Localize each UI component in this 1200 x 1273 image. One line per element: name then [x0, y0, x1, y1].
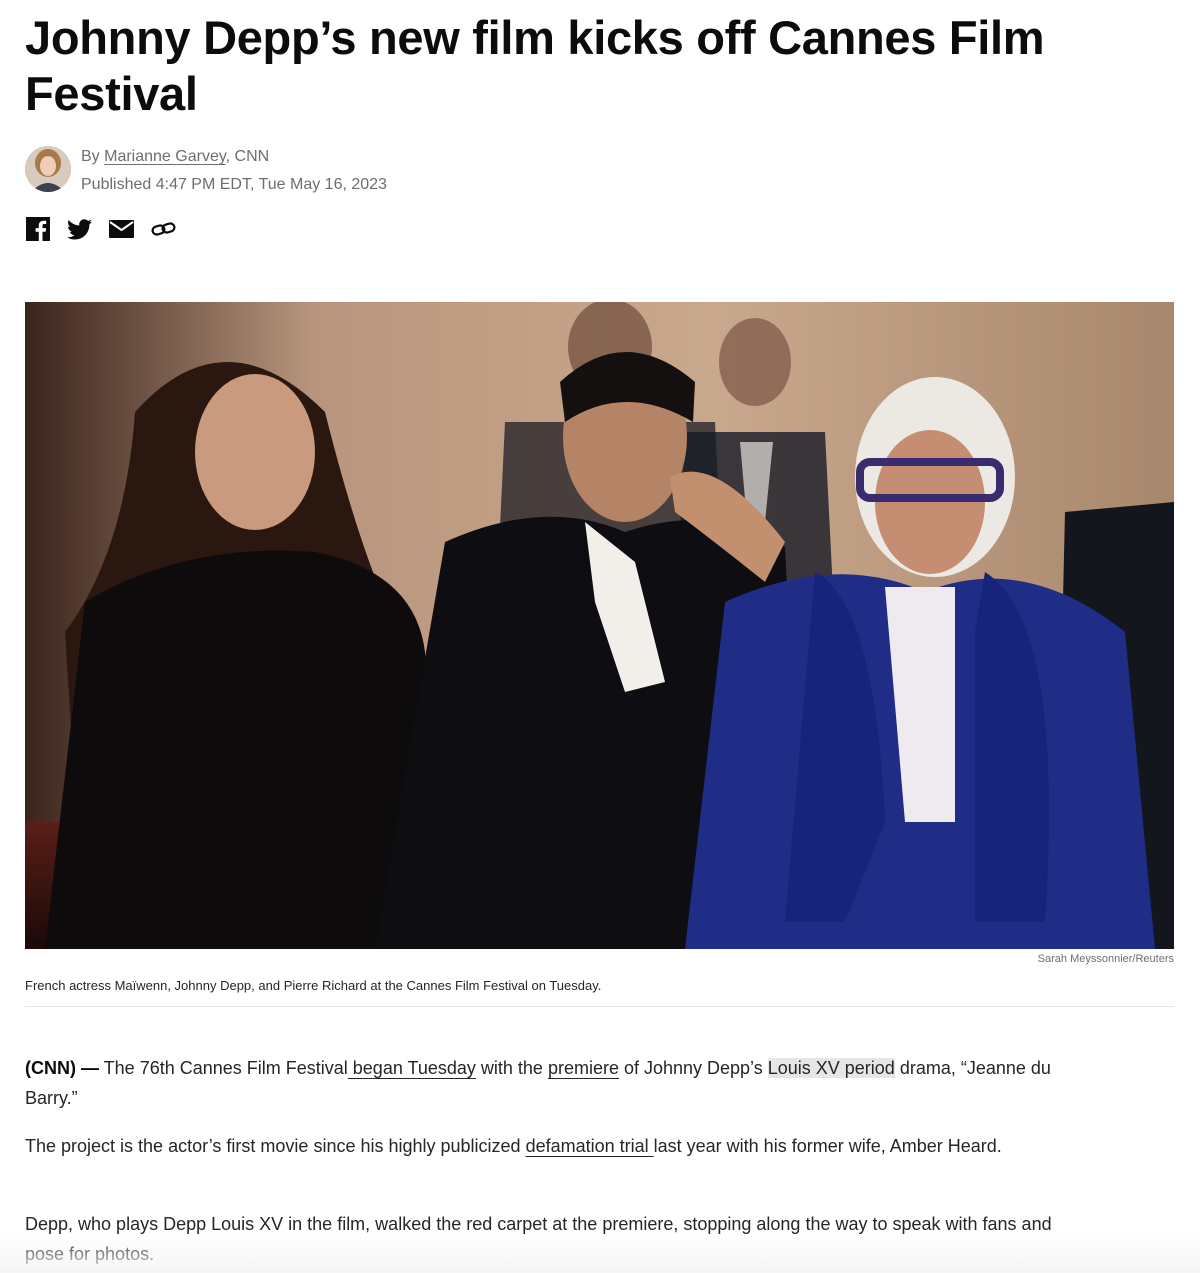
author-avatar[interactable] [25, 146, 71, 192]
highlighted-text: Louis XV period [767, 1058, 895, 1078]
link-premiere[interactable]: premiere [548, 1058, 619, 1078]
caption-divider [25, 1006, 1174, 1007]
twitter-icon [67, 218, 92, 239]
byline-prefix: By [81, 148, 105, 165]
publish-timestamp: Published 4:47 PM EDT, Tue May 16, 2023 [81, 176, 387, 193]
text-segment: with the [475, 1058, 548, 1078]
copy-link-button[interactable] [151, 215, 176, 243]
bottom-fade [0, 1233, 1200, 1273]
paragraph-1: (CNN) — The 76th Cannes Film Festival be… [25, 1053, 1085, 1113]
link-began-tuesday[interactable]: began Tuesday [348, 1058, 476, 1078]
email-share-button[interactable] [109, 215, 134, 243]
byline: By Marianne Garvey, CNN Published 4:47 P… [25, 145, 387, 195]
link-icon [151, 222, 176, 236]
twitter-share-button[interactable] [67, 215, 92, 243]
hero-image[interactable] [25, 302, 1174, 949]
share-bar [25, 215, 176, 243]
byline-text: By Marianne Garvey, CNN Published 4:47 P… [81, 143, 387, 199]
image-caption: French actress Maïwenn, Johnny Depp, and… [25, 978, 602, 993]
text-segment: The 76th Cannes Film Festival [99, 1058, 348, 1078]
article-headline: Johnny Depp’s new film kicks off Cannes … [25, 11, 1045, 120]
facebook-icon [25, 217, 50, 241]
byline-outlet: , CNN [225, 148, 270, 165]
text-segment: The project is the actor’s first movie s… [25, 1136, 526, 1156]
image-credit: Sarah Meyssonnier/Reuters [1037, 953, 1174, 965]
email-icon [109, 220, 134, 238]
link-defamation-trial[interactable]: defamation trial [526, 1136, 654, 1156]
paragraph-2: The project is the actor’s first movie s… [25, 1131, 1085, 1161]
text-segment: of Johnny Depp’s [618, 1058, 768, 1078]
cnn-dateline: (CNN) — [25, 1058, 99, 1078]
author-link[interactable]: Marianne Garvey [104, 148, 226, 165]
facebook-share-button[interactable] [25, 215, 50, 243]
text-segment: last year with his former wife, Amber He… [653, 1136, 1002, 1156]
